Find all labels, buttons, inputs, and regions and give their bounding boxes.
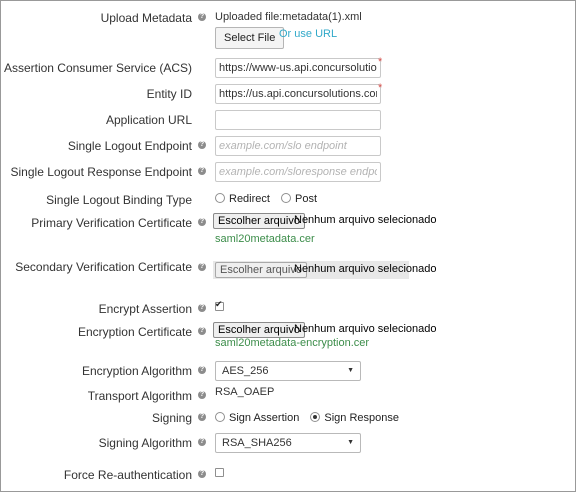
slo-response-label: Single Logout Response Endpoint [10,165,192,179]
radio-post[interactable]: Post [281,193,317,205]
encryption-cert-choose-file-button[interactable]: Escolher arquivo [213,322,305,338]
transport-algorithm-row: Transport Algorithm ? RSA_OAEP [0,385,576,409]
acs-row: Assertion Consumer Service (ACS) * [0,56,576,82]
slo-binding-row: Single Logout Binding Type Redirect Post [0,190,576,214]
slo-response-row: Single Logout Response Endpoint ? [0,162,576,186]
slo-response-input[interactable] [215,162,381,182]
slo-endpoint-label: Single Logout Endpoint [67,139,192,153]
radio-circle-selected-icon[interactable] [310,412,321,422]
acs-label: Assertion Consumer Service (ACS) [3,61,192,75]
slo-binding-radio-group: Redirect Post [215,193,325,205]
transport-algorithm-value: RSA_OAEP [215,386,275,398]
force-reauth-checkbox[interactable] [215,468,224,477]
question-circle-icon[interactable]: ? [198,366,206,374]
signing-algorithm-value: RSA_SHA256 [222,437,292,449]
application-url-input[interactable] [215,110,381,130]
encryption-cert-status: Nenhum arquivo selecionado [294,323,437,335]
upload-metadata-label: Upload Metadata [100,11,192,25]
application-url-row: Application URL [0,110,576,134]
question-circle-icon[interactable]: ? [198,327,206,335]
encryption-algorithm-value: AES_256 [222,365,269,377]
question-circle-icon[interactable]: ? [198,218,206,226]
primary-cert-row: Primary Verification Certificate ? Escol… [0,213,576,245]
encryption-cert-row: Encryption Certificate ? Escolher arquiv… [0,322,576,349]
signing-row: Signing ? Sign Assertion Sign Response [0,408,576,432]
question-circle-icon[interactable]: ? [198,413,206,421]
signing-label: Signing [151,411,192,425]
question-circle-icon[interactable]: ? [198,13,206,21]
force-reauth-row: Force Re-authentication ? [0,465,576,489]
radio-sign-response-label: Sign Response [324,412,399,424]
radio-sign-response[interactable]: Sign Response [310,412,399,424]
question-circle-icon[interactable]: ? [198,167,206,175]
caret-down-icon: ▼ [347,367,354,374]
question-circle-icon[interactable]: ? [198,141,206,149]
entity-id-input[interactable] [215,84,381,104]
application-url-label: Application URL [105,113,192,127]
question-circle-icon[interactable]: ? [198,391,206,399]
primary-cert-file-link[interactable]: saml20metadata.cer [215,233,315,245]
radio-circle-icon[interactable] [281,193,292,203]
question-circle-icon[interactable]: ? [198,470,206,478]
signing-radio-group: Sign Assertion Sign Response [215,412,407,424]
caret-down-icon: ▼ [347,439,354,446]
encryption-algorithm-row: Encryption Algorithm ? AES_256 ▼ [0,361,576,385]
radio-circle-icon[interactable] [215,412,225,422]
question-circle-icon[interactable]: ? [198,263,206,271]
radio-sign-assertion-label: Sign Assertion [229,412,300,424]
required-marker: * [378,82,383,94]
select-file-button[interactable]: Select File [215,27,285,49]
signing-algorithm-label: Signing Algorithm [98,436,192,450]
entity-id-label: Entity ID [146,87,192,101]
slo-binding-label: Single Logout Binding Type [46,193,192,207]
radio-redirect[interactable]: Redirect [215,193,270,205]
encryption-cert-label: Encryption Certificate [77,325,192,339]
required-marker: * [378,56,383,68]
secondary-cert-label: Secondary Verification Certificate [15,260,192,274]
radio-circle-icon[interactable] [215,193,225,203]
entity-id-row: Entity ID * [0,82,576,108]
upload-status-text: Uploaded file:metadata(1).xml [215,11,362,23]
signing-algorithm-row: Signing Algorithm ? RSA_SHA256 ▼ [0,433,576,457]
encryption-algorithm-select[interactable]: AES_256 ▼ [215,361,361,381]
secondary-cert-status: Nenhum arquivo selecionado [294,263,437,275]
primary-cert-status: Nenhum arquivo selecionado [294,214,437,226]
question-circle-icon[interactable]: ? [198,304,206,312]
radio-redirect-label: Redirect [229,193,270,205]
encryption-algorithm-label: Encryption Algorithm [81,364,192,378]
slo-endpoint-input[interactable] [215,136,381,156]
encrypt-assertion-label: Encrypt Assertion [98,302,192,316]
slo-endpoint-row: Single Logout Endpoint ? [0,136,576,160]
or-use-url-link[interactable]: Or use URL [279,28,337,40]
primary-cert-choose-file-button[interactable]: Escolher arquivo [213,213,305,229]
signing-algorithm-select[interactable]: RSA_SHA256 ▼ [215,433,361,453]
primary-cert-label: Primary Verification Certificate [31,216,192,230]
transport-algorithm-label: Transport Algorithm [87,389,192,403]
force-reauth-label: Force Re-authentication [63,468,192,482]
acs-input[interactable] [215,58,381,78]
upload-actions-row: Select File Or use URL [0,27,576,51]
radio-sign-assertion[interactable]: Sign Assertion [215,412,299,424]
radio-post-label: Post [295,193,318,205]
question-circle-icon[interactable]: ? [198,438,206,446]
encrypt-assertion-checkbox[interactable] [215,299,224,311]
encryption-cert-file-link[interactable]: saml20metadata-encryption.cer [215,337,369,349]
secondary-cert-row: Secondary Verification Certificate ? Esc… [0,259,576,283]
encrypt-assertion-row: Encrypt Assertion ? [0,299,576,323]
